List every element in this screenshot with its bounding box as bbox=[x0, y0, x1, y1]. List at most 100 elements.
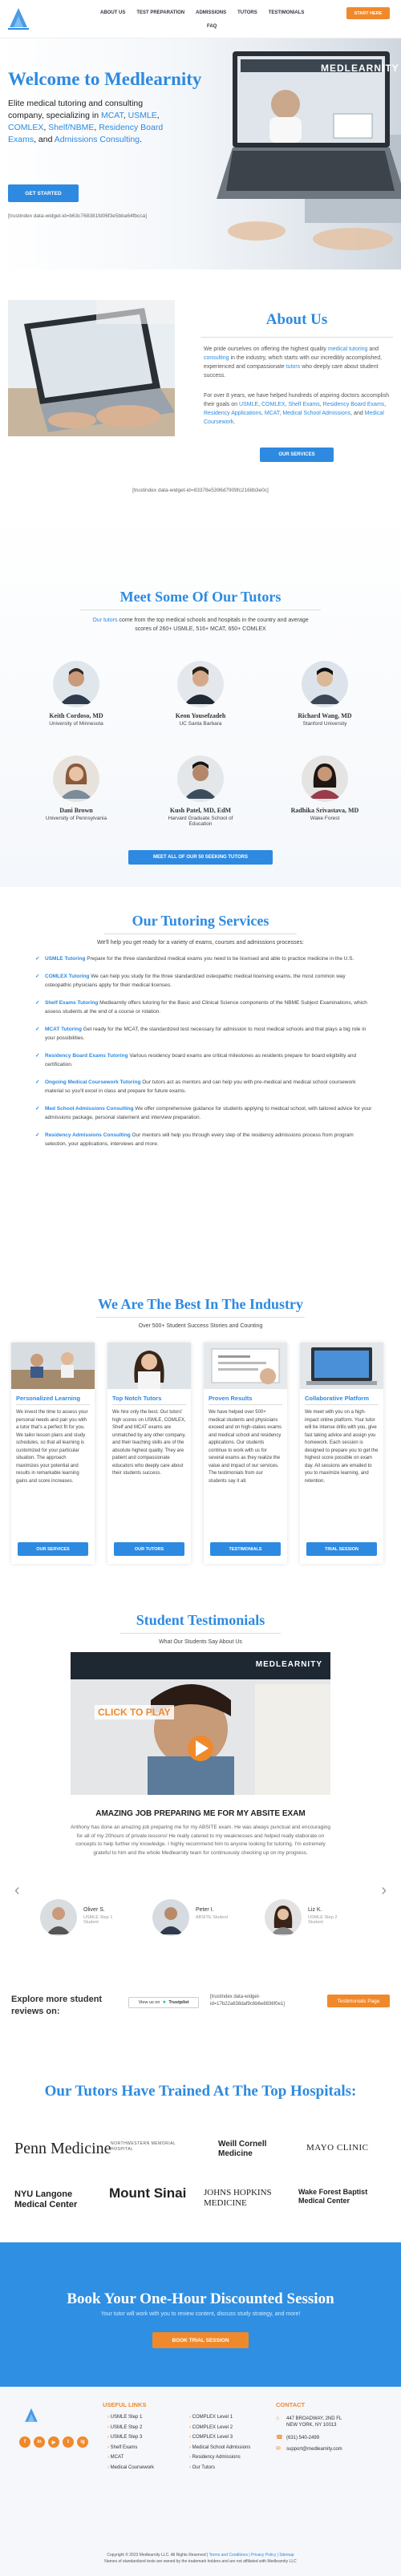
footer-link[interactable]: USMLE Step 2 bbox=[107, 2423, 154, 2433]
our-services-button[interactable]: OUR SERVICES bbox=[260, 448, 334, 462]
about-link-shelf-exams[interactable]: Shelf Exams bbox=[288, 402, 319, 407]
service-name-link[interactable]: Med School Admissions Consulting bbox=[45, 1106, 134, 1112]
tutor-card[interactable]: Dani Brown University of Pennsylvania bbox=[32, 755, 120, 821]
service-name-link[interactable]: Shelf Exams Tutoring bbox=[45, 1000, 98, 1006]
footer-link[interactable]: COMPLEX Level 2 bbox=[189, 2423, 250, 2433]
nav-admissions[interactable]: ADMISSIONS bbox=[196, 10, 226, 15]
footer-link[interactable]: Residency Admissions bbox=[189, 2452, 250, 2463]
book-trial-session-button[interactable]: BOOK TRIAL SESSION bbox=[152, 2332, 249, 2348]
footer-link[interactable]: COMPLEX Level 3 bbox=[189, 2432, 250, 2443]
card-title: Personalized Learning bbox=[16, 1395, 81, 1402]
nav-testimonials[interactable]: TESTIMONIALS bbox=[269, 10, 305, 15]
card-text: We hire only the best. Our tutors' high … bbox=[112, 1410, 186, 1476]
about-link-med-school-admissions[interactable]: Medical School Admissions bbox=[282, 411, 350, 416]
hero-link-admissions[interactable]: Admissions Consulting bbox=[55, 135, 140, 144]
service-description: We can help you study for the three stan… bbox=[45, 974, 346, 988]
service-item: ✓ Shelf Exams Tutoring Medlearnity offers… bbox=[35, 998, 372, 1016]
hero-link-mcat[interactable]: MCAT bbox=[101, 111, 124, 120]
reviewer-role: ABSITE Student bbox=[196, 1915, 229, 1920]
about-link-tutors[interactable]: tutors bbox=[286, 364, 301, 370]
footer-phone[interactable]: ☎ (631) 540-2499 bbox=[276, 2435, 319, 2441]
about-link-residency-board[interactable]: Residency Board Exams bbox=[323, 402, 385, 407]
instagram-icon[interactable]: ig bbox=[77, 2436, 88, 2448]
facebook-icon[interactable]: f bbox=[19, 2436, 30, 2448]
service-item: ✓ USMLE Tutoring Prepare for the three st… bbox=[35, 954, 372, 963]
testimonials-title: Student Testimonials bbox=[136, 1612, 265, 1628]
feature-card: Top Notch Tutors We hire only the best. … bbox=[107, 1343, 191, 1564]
wake-forest-logo: Wake Forest Baptist Medical Center bbox=[298, 2188, 368, 2205]
card-text: We have helped over 500+ medical student… bbox=[209, 1410, 282, 1484]
carousel-next-icon[interactable]: › bbox=[381, 1881, 387, 1900]
footer-email[interactable]: ✉ support@medlearnity.com bbox=[276, 2446, 342, 2452]
nav-test-preparation[interactable]: TEST PREPARATION bbox=[136, 10, 184, 15]
card-our-tutors-button[interactable]: OUR TUTORS bbox=[114, 1542, 184, 1556]
service-name-link[interactable]: Ongoing Medical Coursework Tutoring bbox=[45, 1079, 140, 1085]
footer-link[interactable]: COMPLEX Level 1 bbox=[189, 2412, 250, 2423]
check-icon: ✓ bbox=[35, 1027, 40, 1032]
footer-link[interactable]: USMLE Step 3 bbox=[107, 2432, 154, 2443]
tutor-card[interactable]: Keith Cordoso, MD University of Minnesot… bbox=[32, 661, 120, 727]
card-image-classroom bbox=[11, 1343, 95, 1389]
tutor-card[interactable]: Radhika Srivastava, MD Wake Forest bbox=[281, 755, 369, 821]
card-text: We meet with you on a high-impact online… bbox=[305, 1410, 379, 1484]
medlearnity-logo[interactable] bbox=[6, 5, 30, 32]
reviewer-avatar bbox=[40, 1899, 77, 1936]
reviewer[interactable]: Oliver S. USMLE Step 1 Student bbox=[40, 1899, 128, 1939]
tutor-card[interactable]: Keon Yousefzadeh UC Santa Barbara bbox=[156, 661, 245, 727]
card-trial-session-button[interactable]: TRIAL SESSION bbox=[306, 1542, 377, 1556]
service-name-link[interactable]: Residency Board Exams Tutoring bbox=[45, 1053, 128, 1059]
hero-link-comlex[interactable]: COMLEX bbox=[8, 123, 43, 132]
trustindex-widget-placeholder: [trustindex data-widget-id=17b22a638daf9… bbox=[210, 1995, 285, 2007]
tutor-avatar bbox=[177, 755, 224, 802]
testimonials-page-button[interactable]: Testimonials Page bbox=[327, 1995, 390, 2007]
youtube-icon[interactable]: ▶ bbox=[48, 2436, 59, 2448]
main-nav: ABOUT US TEST PREPARATION ADMISSIONS TUT… bbox=[100, 10, 304, 15]
reviewer[interactable]: Liz K. USMLE Step 2 Student bbox=[265, 1899, 353, 1939]
our-tutors-link[interactable]: Our tutors bbox=[92, 618, 117, 623]
footer-link[interactable]: Medical Coursework bbox=[107, 2463, 154, 2473]
card-testimonials-button[interactable]: TESTIMONIALS bbox=[210, 1542, 281, 1556]
hero-link-usmle[interactable]: USMLE bbox=[128, 111, 157, 120]
about-link-residency-applications[interactable]: Residency Applications bbox=[204, 411, 261, 416]
footer-logo[interactable] bbox=[22, 2406, 40, 2425]
divider bbox=[120, 1633, 281, 1634]
tutor-card[interactable]: Kush Patel, MD, EdM Harvard Graduate Sch… bbox=[156, 755, 245, 827]
trustpilot-badge[interactable]: View us on ★ Trustpilot bbox=[128, 1997, 199, 2008]
card-image-platform bbox=[300, 1343, 383, 1389]
footer-link[interactable]: Our Tutors bbox=[189, 2463, 250, 2473]
twitter-icon[interactable]: t bbox=[63, 2436, 74, 2448]
johns-hopkins-logo: Johns Hopkins Medicine bbox=[204, 2188, 272, 2208]
linkedin-icon[interactable]: in bbox=[34, 2436, 45, 2448]
about-link-comlex[interactable]: COMLEX bbox=[261, 402, 286, 407]
footer-link[interactable]: Shelf Exams bbox=[107, 2443, 154, 2453]
reviewer-name: Liz K. bbox=[308, 1907, 322, 1913]
reviewer-active[interactable]: Peter I. ABSITE Student bbox=[152, 1899, 241, 1939]
legal-links[interactable]: Terms and Conditions | Privacy Policy | … bbox=[209, 2553, 294, 2558]
footer-link[interactable]: USMLE Step 1 bbox=[107, 2412, 154, 2423]
carousel-prev-icon[interactable]: ‹ bbox=[14, 1881, 20, 1900]
footer-link[interactable]: MCAT bbox=[107, 2452, 154, 2463]
start-here-button[interactable]: START HERE bbox=[346, 7, 390, 19]
footer-link[interactable]: Medical School Admissions bbox=[189, 2443, 251, 2453]
service-name-link[interactable]: COMLEX Tutoring bbox=[45, 974, 89, 979]
service-name-link[interactable]: USMLE Tutoring bbox=[45, 956, 85, 962]
card-our-services-button[interactable]: OUR SERVICES bbox=[18, 1542, 88, 1556]
nav-faq[interactable]: FAQ bbox=[207, 24, 217, 29]
service-name-link[interactable]: MCAT Tutoring bbox=[45, 1027, 82, 1032]
get-started-button[interactable]: GET STARTED bbox=[8, 184, 79, 202]
nav-tutors[interactable]: TUTORS bbox=[237, 10, 257, 15]
about-link-medical-tutoring[interactable]: medical tutoring bbox=[328, 346, 367, 352]
service-name-link[interactable]: Residency Admissions Consulting bbox=[45, 1132, 131, 1138]
service-item: ✓ MCAT Tutoring Get ready for the MCAT, t… bbox=[35, 1025, 372, 1043]
about-link-consulting[interactable]: consulting bbox=[204, 355, 229, 361]
about-link-mcat[interactable]: MCAT bbox=[265, 411, 280, 416]
mayo-clinic-logo: MAYO CLINIC bbox=[306, 2143, 369, 2153]
nav-about-us[interactable]: ABOUT US bbox=[100, 10, 125, 15]
trustpilot-view-label: View us on bbox=[138, 2000, 160, 2005]
click-to-play-label[interactable]: CLICK TO PLAY bbox=[95, 1705, 174, 1719]
hero-link-shelf[interactable]: Shelf/NBME bbox=[48, 123, 94, 132]
tutor-card[interactable]: Richard Wang, MD Stanford University bbox=[281, 661, 369, 727]
testimonial-video-player[interactable]: CLICK TO PLAY MEDLEARNITY bbox=[71, 1652, 330, 1795]
meet-all-tutors-button[interactable]: MEET ALL OF OUR 50 SEEKING TUTORS bbox=[128, 850, 273, 865]
about-link-usmle[interactable]: USMLE bbox=[239, 402, 258, 407]
